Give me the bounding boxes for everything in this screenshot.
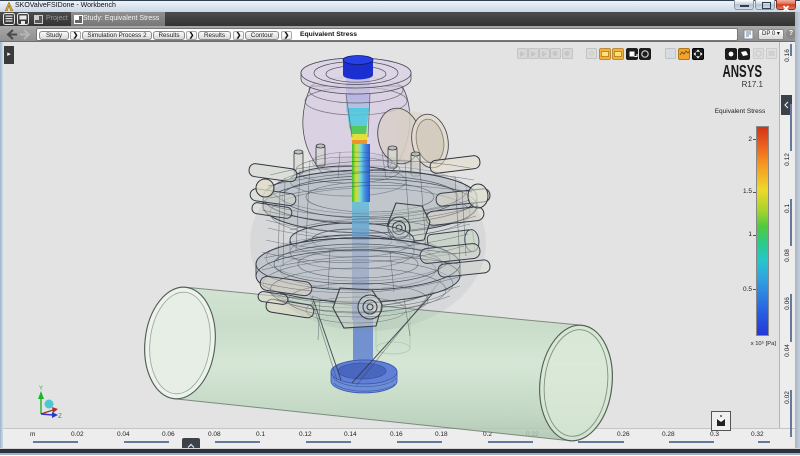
svg-text:Z: Z bbox=[58, 413, 62, 420]
svg-text:Y: Y bbox=[39, 386, 43, 392]
